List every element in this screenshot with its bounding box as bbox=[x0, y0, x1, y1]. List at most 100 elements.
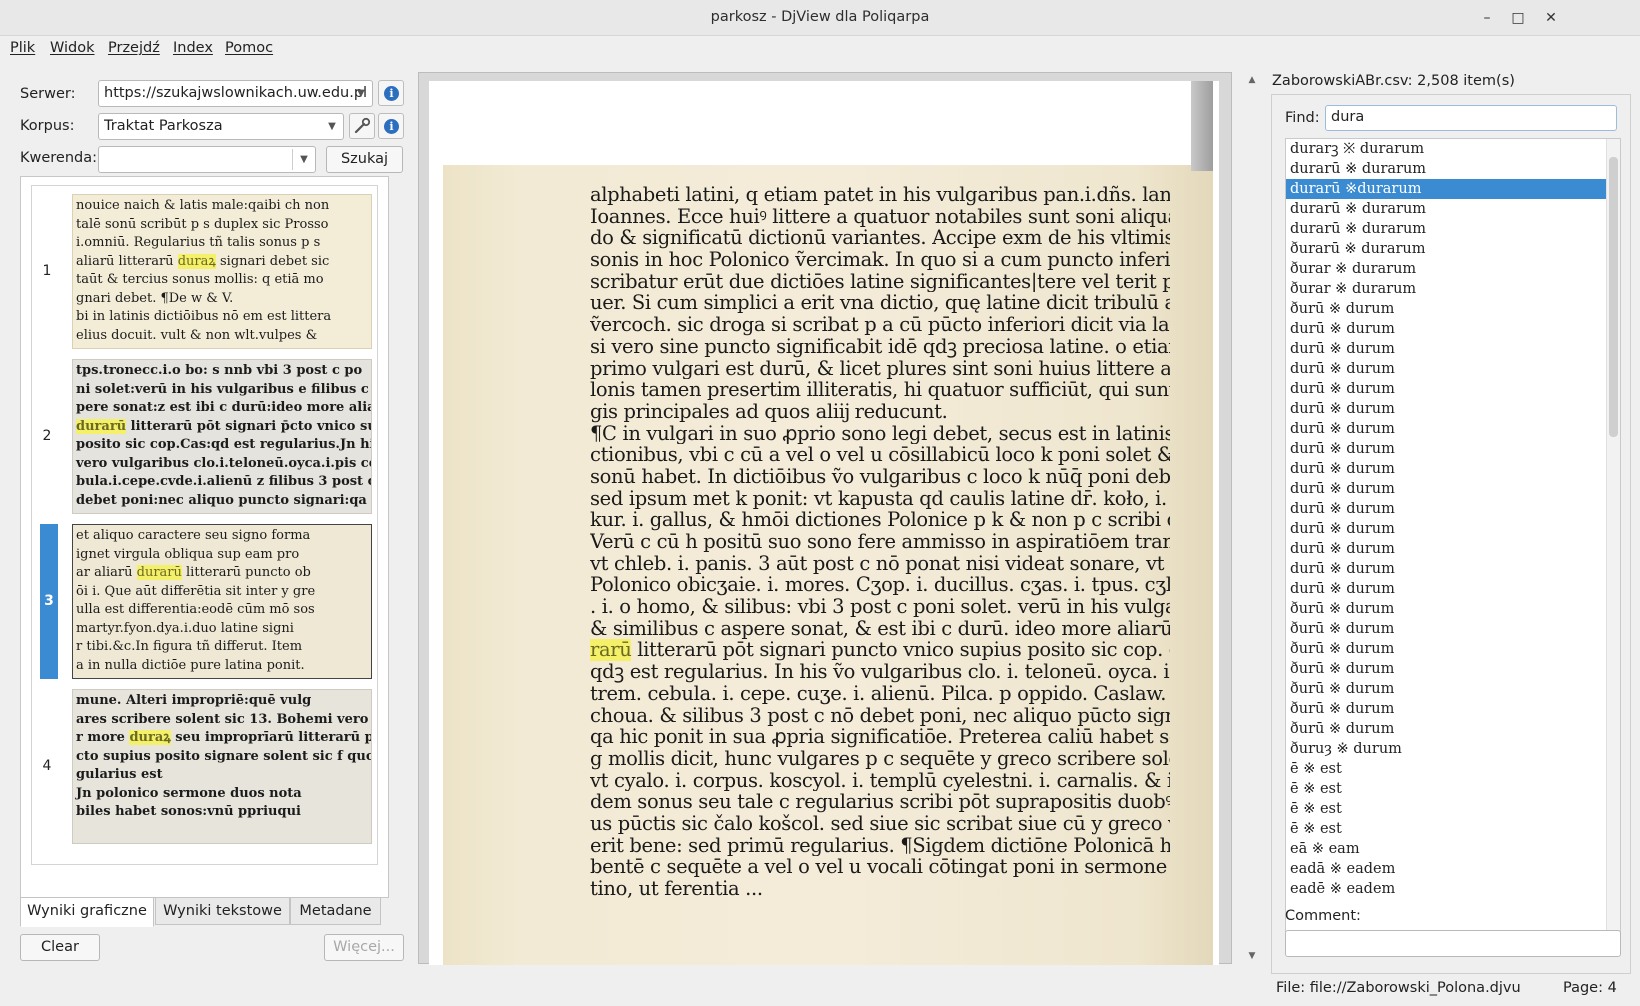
index-list-item[interactable]: ðuruȝ ※ durum bbox=[1286, 739, 1620, 759]
index-list-item[interactable]: ðurū ※ durum bbox=[1286, 679, 1620, 699]
thumbnail-line: et aliquo caractere seu signo forma bbox=[76, 528, 311, 543]
thumbnail-result[interactable]: 2 tps.tronecc.i.o bo: s nnb vbi 3 post c … bbox=[32, 359, 378, 514]
index-list-item[interactable]: ðurū ※ durum bbox=[1286, 699, 1620, 719]
menu-index[interactable]: Index bbox=[173, 40, 213, 56]
thumbnail-result[interactable]: 3 et aliquo caractere seu signo forma igne… bbox=[32, 524, 378, 679]
index-list-item[interactable]: ðurū ※ durum bbox=[1286, 639, 1620, 659]
maximize-button[interactable]: □ bbox=[1505, 6, 1531, 30]
index-items: durarꝫ ※ durarum durarū ※ durarum durarū ※… bbox=[1286, 139, 1620, 899]
tab-text-results[interactable]: Wyniki tekstowe bbox=[155, 897, 290, 925]
thumbnail-result[interactable]: 4 mune. Alteri impropriē:quē vulg ares sc… bbox=[32, 689, 378, 844]
document-line: scribatur erūt due dictiōes latine signi… bbox=[590, 270, 1170, 293]
corpus-combo[interactable]: Traktat Parkosza ▼ bbox=[98, 113, 344, 140]
thumbnail-line: talē sonū scribūt p s duplex sic Prosso bbox=[76, 216, 329, 232]
index-scrollbar[interactable] bbox=[1606, 139, 1620, 931]
thumbnail-text: r more bbox=[76, 730, 130, 745]
document-line: Verū c cū h positū suo sono fere ammisso… bbox=[590, 531, 1170, 553]
thumbnail-line: gularius est bbox=[76, 767, 163, 782]
thumbnail-line: cto supius posito signare solent sic f q… bbox=[76, 748, 372, 764]
index-list-item[interactable]: durarꝫ ※ durarum bbox=[1286, 139, 1620, 159]
search-button[interactable]: Szukaj bbox=[326, 146, 403, 173]
index-list-item[interactable]: durarū ※ durarum bbox=[1286, 159, 1620, 179]
index-list[interactable]: durarꝫ ※ durarum durarū ※ durarum durarū ※… bbox=[1285, 138, 1621, 932]
document-line: tino, ut ferentia ... bbox=[590, 878, 763, 900]
close-button[interactable]: ✕ bbox=[1538, 6, 1564, 30]
server-label: Serwer: bbox=[20, 86, 76, 102]
server-combo[interactable]: https://szukajwslownikach.uw.edu.pl ▼ bbox=[98, 80, 373, 107]
index-list-item[interactable]: ðurū ※ durum bbox=[1286, 599, 1620, 619]
index-list-item[interactable]: durū ※ durum bbox=[1286, 579, 1620, 599]
document-line: . i. o homo, & silibus: vbi 3 post c pon… bbox=[590, 596, 1170, 618]
index-list-item[interactable]: ē ※ est bbox=[1286, 779, 1620, 799]
index-list-item[interactable]: ðurū ※ durum bbox=[1286, 659, 1620, 679]
minimize-button[interactable]: – bbox=[1474, 6, 1500, 30]
index-list-item[interactable]: eā ※ eam bbox=[1286, 839, 1620, 859]
menu-pomoc[interactable]: Pomoc bbox=[225, 40, 273, 56]
index-list-item[interactable]: durū ※ durum bbox=[1286, 399, 1620, 419]
index-list-item[interactable]: eadā ※ eadem bbox=[1286, 859, 1620, 879]
server-info-button[interactable]: i bbox=[378, 80, 404, 106]
index-list-item[interactable]: durarū ※ durarum bbox=[1286, 199, 1620, 219]
index-list-item[interactable]: durarū ※durarum bbox=[1286, 179, 1620, 199]
search-hit: durarū bbox=[136, 565, 182, 580]
index-list-item[interactable]: eadē ※ eadem bbox=[1286, 879, 1620, 899]
index-list-item[interactable]: ðurū ※ durum bbox=[1286, 719, 1620, 739]
thumbnail-line: a in nulla dictiōe pure latina ponit. bbox=[76, 657, 305, 673]
index-list-item[interactable]: durū ※ durum bbox=[1286, 359, 1620, 379]
search-hit: duraꝝ bbox=[177, 253, 216, 269]
find-input[interactable]: dura bbox=[1325, 105, 1617, 131]
index-title: ZaborowskiABr.csv: 2,508 item(s) bbox=[1272, 73, 1515, 89]
index-list-item[interactable]: ðurū ※ durum bbox=[1286, 619, 1620, 639]
clear-button[interactable]: Clear bbox=[20, 934, 100, 961]
index-list-item[interactable]: ðurū ※ durum bbox=[1286, 299, 1620, 319]
scroll-up-icon[interactable]: ▲ bbox=[1244, 72, 1260, 88]
tab-graphic-results[interactable]: Wyniki graficzne bbox=[20, 897, 154, 927]
thumbnail-line: Jn polonico sermone duos nota bbox=[76, 785, 302, 801]
index-list-item[interactable]: durū ※ durum bbox=[1286, 379, 1620, 399]
index-list-item[interactable]: ē ※ est bbox=[1286, 799, 1620, 819]
index-panel: ZaborowskiABr.csv: 2,508 item(s) Find: d… bbox=[1266, 72, 1640, 1006]
more-button[interactable]: Więcej... bbox=[324, 934, 404, 961]
index-list-item[interactable]: durarū ※ durarum bbox=[1286, 219, 1620, 239]
tab-metadata[interactable]: Metadane bbox=[290, 897, 381, 925]
index-list-item[interactable]: durū ※ durum bbox=[1286, 459, 1620, 479]
document-scrollbar[interactable]: ▲ ▼ bbox=[1244, 72, 1260, 964]
search-hit: durarū bbox=[76, 418, 127, 434]
index-list-item[interactable]: durū ※ durum bbox=[1286, 499, 1620, 519]
thumbnail-image: nouice naich & latis male:qaibi ch non ta… bbox=[72, 194, 372, 349]
index-list-item[interactable]: durū ※ durum bbox=[1286, 539, 1620, 559]
corpus-info-button[interactable]: i bbox=[378, 113, 404, 139]
query-input[interactable]: ▼ bbox=[98, 146, 316, 173]
index-list-item[interactable]: ðurar ※ durarum bbox=[1286, 279, 1620, 299]
menu-plik[interactable]: Plik bbox=[10, 40, 35, 56]
index-list-item[interactable]: durū ※ durum bbox=[1286, 479, 1620, 499]
corpus-settings-button[interactable] bbox=[349, 113, 375, 139]
status-page: Page: 4 bbox=[1563, 980, 1617, 996]
thumbnail-line: ulla est differentia:eodē cūm mō sos bbox=[76, 602, 315, 617]
scroll-down-icon[interactable]: ▼ bbox=[1244, 948, 1260, 964]
thumbnail-result[interactable]: 1 nouice naich & latis male:qaibi ch non t… bbox=[32, 194, 378, 349]
scrollbar-thumb[interactable] bbox=[1609, 157, 1618, 437]
index-list-item[interactable]: durū ※ durum bbox=[1286, 319, 1620, 339]
index-list-item[interactable]: ðurar ※ durarum bbox=[1286, 259, 1620, 279]
menu-przejdz[interactable]: Przejdź bbox=[108, 40, 160, 56]
index-list-item[interactable]: durū ※ durum bbox=[1286, 419, 1620, 439]
index-list-item[interactable]: ē ※ est bbox=[1286, 819, 1620, 839]
thumbnail-image: mune. Alteri impropriē:quē vulg ares scri… bbox=[72, 689, 372, 844]
index-list-item[interactable]: durū ※ durum bbox=[1286, 439, 1620, 459]
chevron-down-icon: ▼ bbox=[300, 154, 308, 165]
thumbnail-image: et aliquo caractere seu signo forma ignet… bbox=[72, 524, 372, 679]
chevron-down-icon: ▼ bbox=[357, 88, 365, 99]
document-line: qa hic ponit in sua ꝓpria significatiōe.… bbox=[590, 726, 1170, 748]
index-list-item[interactable]: ðurarū ※ durarum bbox=[1286, 239, 1620, 259]
menu-widok[interactable]: Widok bbox=[50, 40, 95, 56]
comment-input[interactable] bbox=[1285, 930, 1621, 957]
index-list-item[interactable]: durū ※ durum bbox=[1286, 519, 1620, 539]
index-list-item[interactable]: ē ※ est bbox=[1286, 759, 1620, 779]
index-list-item[interactable]: durū ※ durum bbox=[1286, 559, 1620, 579]
thumbnail-number: 1 bbox=[42, 263, 52, 279]
thumbnail-text: litterarū pōt signari p̄cto vnico supius bbox=[130, 418, 371, 434]
thumbnail-text: litterarū puncto ob bbox=[181, 565, 311, 580]
index-list-item[interactable]: durū ※ durum bbox=[1286, 339, 1620, 359]
thumbnail-number: 2 bbox=[42, 428, 52, 444]
